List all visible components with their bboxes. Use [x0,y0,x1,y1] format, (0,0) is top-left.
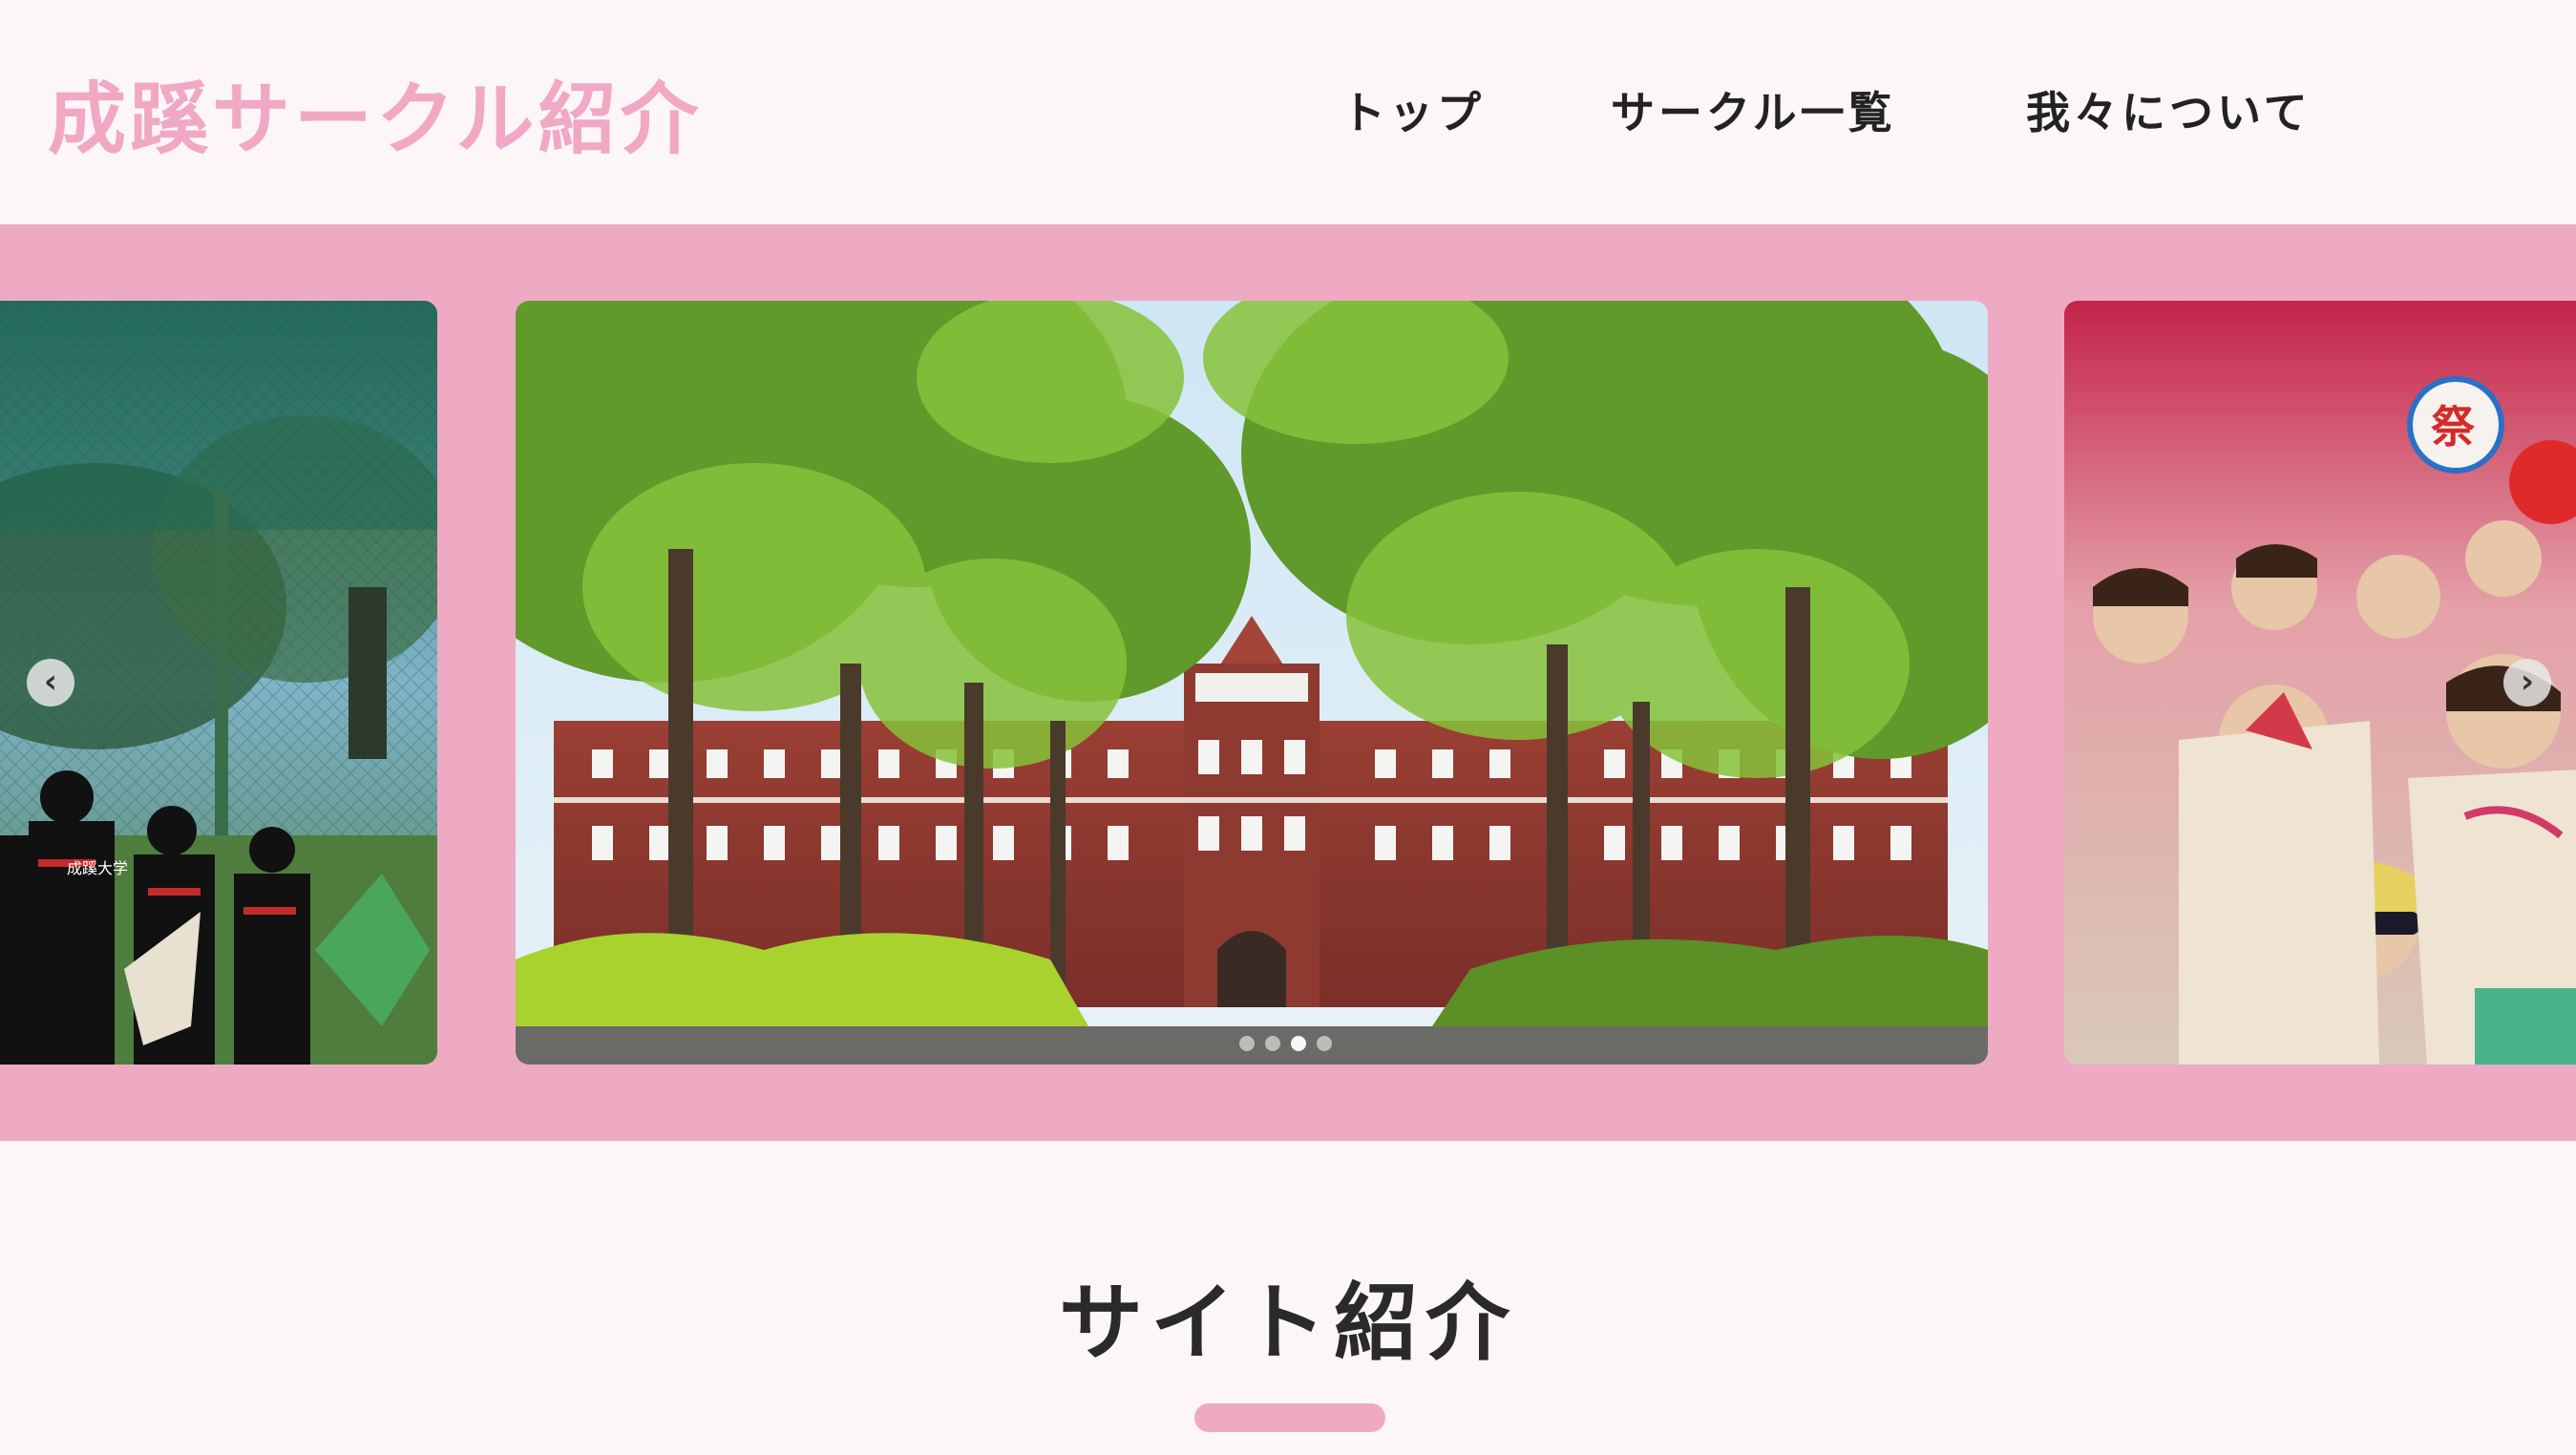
nav-item-about-us[interactable]: 我々について [2026,78,2312,141]
carousel-dot[interactable] [1291,1036,1306,1051]
carousel-dot[interactable] [1265,1036,1280,1051]
svg-text:成蹊大学: 成蹊大学 [67,859,128,877]
carousel-slide-campus[interactable] [516,301,1988,1065]
site-header: 成蹊サークル紹介 トップ サークル一覧 我々について [0,0,2576,224]
svg-text:祭: 祭 [2431,401,2476,453]
carousel-next-button[interactable]: › [2503,659,2551,706]
nav-item-circle-list[interactable]: サークル一覧 [1611,78,1896,141]
heading-underline [1194,1403,1385,1432]
campus-building-photo [516,301,1988,1065]
main-nav: トップ サークル一覧 我々について [0,78,2576,138]
site-intro-heading: サイト紹介 [1058,1274,1517,1372]
carousel-dot[interactable] [1317,1036,1332,1051]
carousel-dot[interactable] [1239,1036,1255,1051]
nav-item-top[interactable]: トップ [1341,78,1485,141]
carousel-slide-festival[interactable]: 祭 [2064,301,2576,1065]
image-carousel: 成蹊大学 祭 ‹ › [0,224,2576,1141]
carousel-prev-button[interactable]: ‹ [27,659,74,706]
festival-crowd-photo: 祭 [2064,301,2576,1065]
